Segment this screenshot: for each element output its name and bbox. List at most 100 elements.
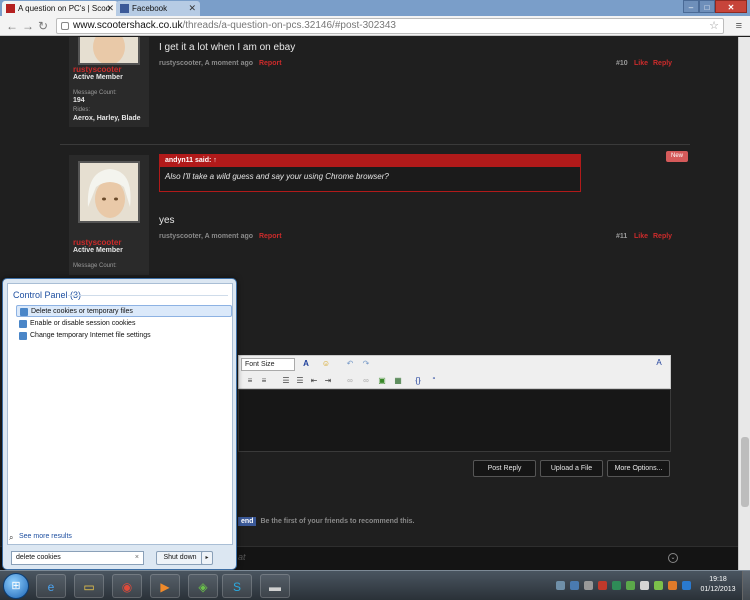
- tray-network-icon[interactable]: [556, 581, 565, 590]
- clock-date: 01/12/2013: [700, 586, 736, 593]
- avatar[interactable]: [78, 161, 140, 223]
- back-icon[interactable]: ←: [6, 19, 18, 33]
- smiley-icon[interactable]: ☺: [321, 359, 331, 369]
- meta-author[interactable]: rustyscooter: [159, 60, 201, 67]
- taskbar-clock[interactable]: 19:18 01/12/2013: [696, 575, 740, 595]
- tray-app-icon[interactable]: [626, 581, 635, 590]
- scroll-top-icon[interactable]: ⌄: [668, 553, 678, 563]
- tray-app-icon[interactable]: [570, 581, 579, 590]
- close-window-icon[interactable]: ✕: [715, 0, 747, 13]
- result-label: Delete cookies or temporary files: [31, 308, 133, 315]
- reply-link[interactable]: Reply: [653, 233, 672, 240]
- like-link[interactable]: Like: [634, 233, 648, 240]
- code-icon[interactable]: {}: [413, 376, 423, 386]
- see-more-results[interactable]: ⌕ See more results: [9, 533, 72, 542]
- facebook-favicon-icon: [120, 4, 129, 13]
- post-number[interactable]: #11: [616, 233, 627, 240]
- outdent-icon[interactable]: ⇤: [309, 376, 319, 386]
- page-scrollbar[interactable]: [738, 37, 750, 570]
- skype-icon[interactable]: S: [222, 574, 252, 598]
- indent-icon[interactable]: ⇥: [323, 376, 333, 386]
- undo-icon[interactable]: ↶: [345, 359, 355, 369]
- message-count-label: Message Count:: [73, 90, 117, 96]
- tray-app-icon[interactable]: [598, 581, 607, 590]
- reply-link[interactable]: Reply: [653, 60, 672, 67]
- fb-recommend-button[interactable]: end: [238, 517, 257, 526]
- numbered-list-icon[interactable]: ☰: [295, 376, 305, 386]
- image-icon[interactable]: ▣: [377, 376, 387, 386]
- url-domain: www.scootershack.co.uk: [73, 20, 183, 31]
- tab-facebook[interactable]: Facebook ✕: [116, 1, 200, 16]
- reply-editor[interactable]: [238, 389, 671, 452]
- result-temp-files[interactable]: Change temporary Internet file settings: [16, 330, 232, 342]
- avatar-image: [80, 163, 138, 221]
- url-bar[interactable]: www.scootershack.co.uk/threads/a-questio…: [56, 18, 724, 34]
- result-label: Enable or disable session cookies: [30, 320, 136, 327]
- meta-author[interactable]: rustyscooter: [159, 233, 201, 240]
- close-tab-icon[interactable]: ✕: [106, 1, 114, 16]
- post-reply-button[interactable]: Post Reply: [473, 460, 536, 477]
- quote-icon[interactable]: “: [429, 376, 439, 386]
- tray-app-icon[interactable]: [668, 581, 677, 590]
- post-message: yes: [159, 215, 175, 226]
- like-link[interactable]: Like: [634, 60, 648, 67]
- app-icon[interactable]: ◈: [188, 574, 218, 598]
- link-icon[interactable]: ∞: [345, 376, 355, 386]
- scootershack-favicon-icon: [6, 4, 15, 13]
- scrollbar-thumb[interactable]: [741, 437, 749, 507]
- file-explorer-icon[interactable]: ▭: [74, 574, 104, 598]
- post-author[interactable]: rustyscooter: [73, 238, 121, 247]
- media-icon[interactable]: ▦: [393, 376, 403, 386]
- media-player-icon[interactable]: ▶: [150, 574, 180, 598]
- show-desktop-button[interactable]: [742, 571, 750, 600]
- font-size-select[interactable]: Font Size: [241, 358, 295, 371]
- align-right-icon[interactable]: ≡: [259, 376, 269, 386]
- heading-divider: [68, 295, 228, 296]
- result-delete-cookies[interactable]: Delete cookies or temporary files: [16, 305, 232, 317]
- bullet-list-icon[interactable]: ☰: [281, 376, 291, 386]
- meta-time[interactable]: A moment ago: [205, 60, 253, 67]
- meta-time[interactable]: A moment ago: [205, 233, 253, 240]
- tray-app-icon[interactable]: [654, 581, 663, 590]
- chrome-menu-icon[interactable]: ≡: [736, 20, 742, 32]
- start-search-input[interactable]: delete cookies ×: [11, 551, 144, 565]
- page-icon: [61, 22, 69, 30]
- post-author[interactable]: rustyscooter: [73, 65, 121, 74]
- app-window-icon[interactable]: ▬: [260, 574, 290, 598]
- upload-file-button[interactable]: Upload a File: [540, 460, 603, 477]
- post-divider: [60, 144, 690, 145]
- report-link[interactable]: Report: [259, 60, 282, 67]
- unlink-icon[interactable]: ∞: [361, 376, 371, 386]
- windows-start-icon[interactable]: ⊞: [3, 573, 29, 599]
- quote-author[interactable]: andyn11 said: ↑: [160, 155, 580, 167]
- tray-app-icon[interactable]: [584, 581, 593, 590]
- shutdown-options-arrow[interactable]: ▸: [201, 551, 213, 565]
- minimize-icon[interactable]: –: [683, 0, 699, 13]
- tray-app-icon[interactable]: [640, 581, 649, 590]
- report-link[interactable]: Report: [259, 233, 282, 240]
- align-center-icon[interactable]: ≡: [245, 376, 255, 386]
- internet-explorer-icon[interactable]: e: [36, 574, 66, 598]
- clear-search-icon[interactable]: ×: [135, 552, 139, 564]
- shutdown-button[interactable]: Shut down: [156, 551, 204, 565]
- chrome-icon[interactable]: ◉: [112, 574, 142, 598]
- search-icon: ⌕: [9, 533, 14, 542]
- tray-signal-icon[interactable]: [612, 581, 621, 590]
- internet-options-icon: [19, 332, 27, 340]
- user-title: Active Member: [73, 247, 123, 254]
- result-label: Change temporary Internet file settings: [30, 332, 151, 339]
- more-options-button[interactable]: More Options...: [607, 460, 670, 477]
- result-session-cookies[interactable]: Enable or disable session cookies: [16, 318, 232, 330]
- avatar[interactable]: [78, 37, 140, 65]
- forward-icon[interactable]: →: [22, 19, 34, 33]
- reload-icon[interactable]: ↻: [38, 19, 48, 33]
- toggle-bbcode-icon[interactable]: A: [654, 358, 664, 368]
- maximize-icon[interactable]: □: [699, 0, 715, 13]
- text-color-icon[interactable]: A: [301, 359, 311, 369]
- post-number[interactable]: #10: [616, 60, 628, 67]
- close-tab-icon[interactable]: ✕: [188, 1, 196, 16]
- tray-volume-icon[interactable]: [682, 581, 691, 590]
- bookmark-star-icon[interactable]: ☆: [709, 19, 719, 33]
- tab-scootershack[interactable]: A question on PC's | Scoo ✕: [2, 1, 118, 16]
- redo-icon[interactable]: ↷: [361, 359, 371, 369]
